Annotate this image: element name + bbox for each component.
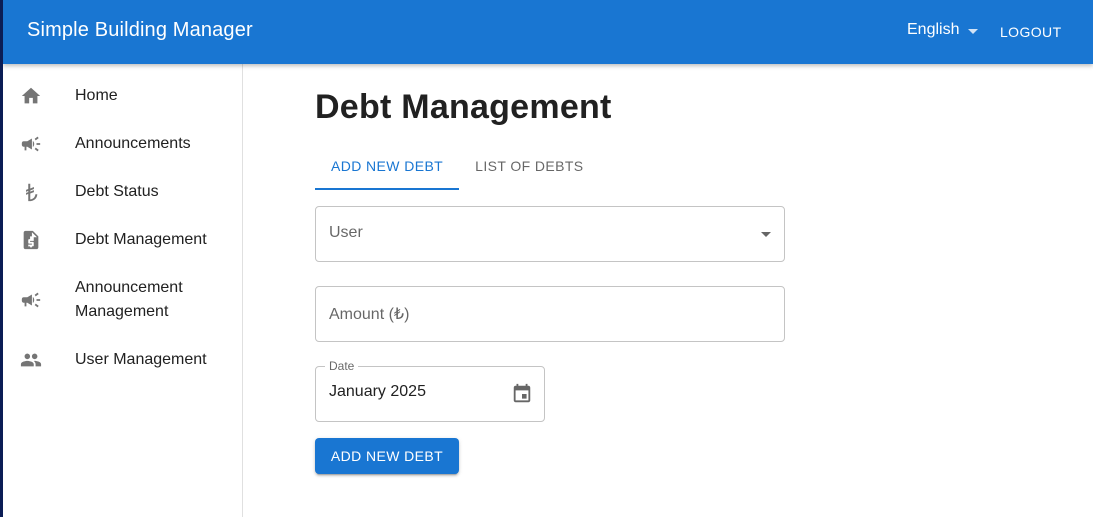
home-icon [19, 84, 43, 108]
people-icon [19, 348, 43, 372]
sidebar-item-label: User Management [75, 351, 207, 368]
tab-bar: ADD NEW DEBT LIST OF DEBTS [315, 142, 600, 190]
date-field-label: Date [325, 359, 359, 373]
sidebar-item-label: Debt Status [75, 183, 159, 200]
caret-down-icon [761, 232, 771, 237]
receipt-icon [19, 228, 43, 252]
language-value: English [907, 21, 960, 38]
caret-down-icon [968, 28, 979, 34]
page-title: Debt Management [315, 88, 612, 126]
user-select-label: User [329, 224, 363, 241]
tab-list-of-debts[interactable]: LIST OF DEBTS [459, 142, 599, 190]
sidebar-item-announcement-management[interactable]: Announcement Management [3, 264, 242, 336]
sidebar-item-announcements[interactable]: Announcements [3, 120, 242, 168]
sidebar-item-label: Announcement Management [75, 279, 183, 320]
campaign-icon [19, 132, 43, 156]
sidebar-item-label: Announcements [75, 135, 191, 152]
date-field[interactable]: Date January 2025 [315, 359, 545, 422]
campaign-icon [19, 288, 43, 312]
user-select[interactable]: User [315, 206, 785, 262]
sidebar-item-debt-management[interactable]: Debt Management [3, 216, 242, 264]
logout-button[interactable]: LOGOUT [992, 14, 1070, 50]
date-field-value: January 2025 [329, 383, 426, 400]
calendar-icon[interactable] [510, 382, 534, 406]
amount-field-label: Amount (₺) [329, 306, 410, 323]
add-new-debt-button[interactable]: ADD NEW DEBT [315, 438, 459, 474]
amount-field[interactable]: Amount (₺) [315, 286, 785, 342]
app-title: Simple Building Manager [27, 19, 253, 41]
sidebar-item-debt-status[interactable]: Debt Status [3, 168, 242, 216]
app-window: Simple Building Manager English LOGOUT H… [3, 0, 1093, 517]
sidebar-item-home[interactable]: Home [3, 72, 242, 120]
app-bar: Simple Building Manager English LOGOUT [3, 0, 1093, 64]
sidebar-item-label: Home [75, 87, 118, 104]
lira-icon [19, 180, 43, 204]
sidebar-item-user-management[interactable]: User Management [3, 336, 242, 384]
sidebar-item-label: Debt Management [75, 231, 207, 248]
tab-add-new-debt[interactable]: ADD NEW DEBT [315, 142, 460, 190]
language-select[interactable]: English [907, 21, 979, 39]
sidebar: Home Announcements Debt Status Debt Mana… [3, 64, 243, 517]
